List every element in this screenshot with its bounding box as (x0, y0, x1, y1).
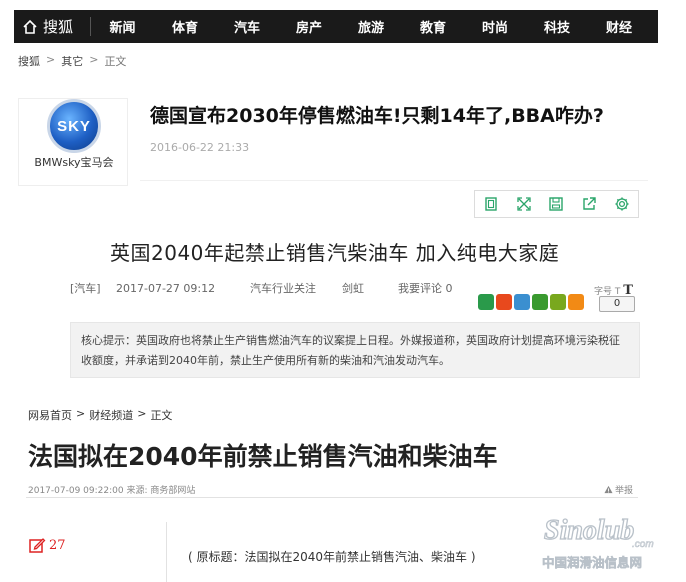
author-avatar: SKY (47, 99, 101, 153)
uk-author: 剑虹 (342, 282, 364, 295)
breadcrumb-separator: > (137, 407, 147, 420)
warning-icon (604, 485, 613, 494)
uk-comment-link[interactable]: 我要评论 0 (398, 280, 453, 296)
article-title: 德国宣布2030年停售燃油车!只剩14年了,BBA咋办? (150, 105, 604, 127)
sohu-logo-text: 搜狐 (43, 18, 74, 36)
nav-item-sports[interactable]: 体育 (154, 17, 216, 36)
share-tencent-weibo-icon[interactable] (514, 294, 530, 310)
nav-item-fashion[interactable]: 时尚 (464, 17, 526, 36)
breadcrumb-current: 正文 (150, 409, 173, 422)
nav-item-travel[interactable]: 旅游 (340, 17, 402, 36)
divider-vertical (166, 522, 167, 582)
settings-icon[interactable] (614, 196, 630, 212)
nav-items: 新闻 体育 汽车 房产 旅游 教育 时尚 科技 财经 (90, 10, 650, 43)
divider (140, 180, 648, 181)
save-icon[interactable] (548, 196, 564, 212)
uk-article-title: 英国2040年起禁止销售汽柴油车 加入纯电大家庭 (110, 241, 560, 265)
share-count: 0 (599, 296, 635, 312)
uk-datetime: 2017-07-27 09:12 (116, 281, 216, 295)
share-more-icon[interactable] (568, 294, 584, 310)
share-weibo-icon[interactable] (496, 294, 512, 310)
article-date: 2016-06-22 21:33 (150, 141, 250, 154)
home-icon (23, 19, 37, 34)
author-name[interactable]: BMWsky宝马会 (19, 155, 129, 170)
watermark-domain: .com (632, 539, 654, 550)
breadcrumb-separator: > (89, 53, 99, 66)
divider (26, 497, 638, 498)
edit-comment-icon (29, 538, 46, 553)
nav-item-auto[interactable]: 汽车 (216, 17, 278, 36)
breadcrumb-other[interactable]: 其它 (61, 53, 83, 69)
breadcrumb-current: 正文 (104, 55, 127, 68)
nav-item-tech[interactable]: 科技 (526, 17, 588, 36)
breadcrumb-netease-home[interactable]: 网易首页 (28, 407, 72, 423)
netease-breadcrumb: 网易首页 > 财经频道 > 正文 (28, 407, 172, 423)
share-buttons (478, 294, 584, 310)
nav-item-finance[interactable]: 财经 (588, 17, 650, 36)
breadcrumb-finance[interactable]: 财经频道 (89, 407, 133, 423)
uk-article-meta: [汽车] 2017-07-27 09:12 汽车行业关注 剑虹 我要评论 0 (70, 280, 453, 296)
report-label: 举报 (615, 486, 634, 496)
breadcrumb-separator: > (76, 407, 86, 420)
uk-channel-link[interactable]: [汽车] (70, 280, 116, 296)
breadcrumb-separator: > (46, 53, 56, 66)
netease-article-title: 法国拟在2040年前禁止销售汽油和柴油车 (28, 442, 498, 471)
sinolub-watermark: Sinolub .com 中国润滑油信息网 (542, 514, 654, 570)
uk-article: 英国2040年起禁止销售汽柴油车 加入纯电大家庭 [汽车] 2017-07-27… (52, 225, 648, 388)
breadcrumb-home[interactable]: 搜狐 (18, 53, 40, 69)
share-renren-icon[interactable] (532, 294, 548, 310)
nav-item-news[interactable]: 新闻 (90, 17, 154, 36)
uk-summary: 核心提示：英国政府也将禁止生产销售燃油汽车的议案提上日程。外媒报道称，英国政府计… (70, 322, 640, 378)
nav-item-education[interactable]: 教育 (402, 17, 464, 36)
bookmark-icon[interactable] (483, 196, 499, 212)
share-douban-icon[interactable] (550, 294, 566, 310)
watermark-cn: 中国润滑油信息网 (542, 555, 642, 570)
author-card[interactable]: SKY BMWsky宝马会 (18, 98, 128, 186)
sohu-logo[interactable]: 搜狐 (14, 10, 90, 43)
article-toolbar (474, 190, 639, 218)
share-icon[interactable] (581, 196, 597, 212)
page: 搜狐 新闻 体育 汽车 房产 旅游 教育 时尚 科技 财经 搜狐 > 其它 > … (0, 0, 686, 582)
uk-column-link[interactable]: 汽车行业关注 (250, 280, 342, 296)
sohu-top-nav: 搜狐 新闻 体育 汽车 房产 旅游 教育 时尚 科技 财经 (14, 10, 658, 43)
fullscreen-icon[interactable] (516, 196, 532, 212)
original-title: ( 原标题：法国拟在2040年前禁止销售汽油、柴油车 ) (188, 550, 476, 564)
breadcrumb: 搜狐 > 其它 > 正文 (18, 53, 126, 69)
netease-article-meta: 2017-07-09 09:22:00 来源: 商务部网站 (28, 486, 196, 496)
comment-count: 27 (49, 537, 66, 553)
nav-item-house[interactable]: 房产 (278, 17, 340, 36)
watermark-brand: Sinolub (544, 515, 634, 546)
comment-button[interactable]: 27 (28, 536, 66, 554)
report-button[interactable]: 举报 (604, 483, 633, 496)
share-qzone-icon[interactable] (478, 294, 494, 310)
